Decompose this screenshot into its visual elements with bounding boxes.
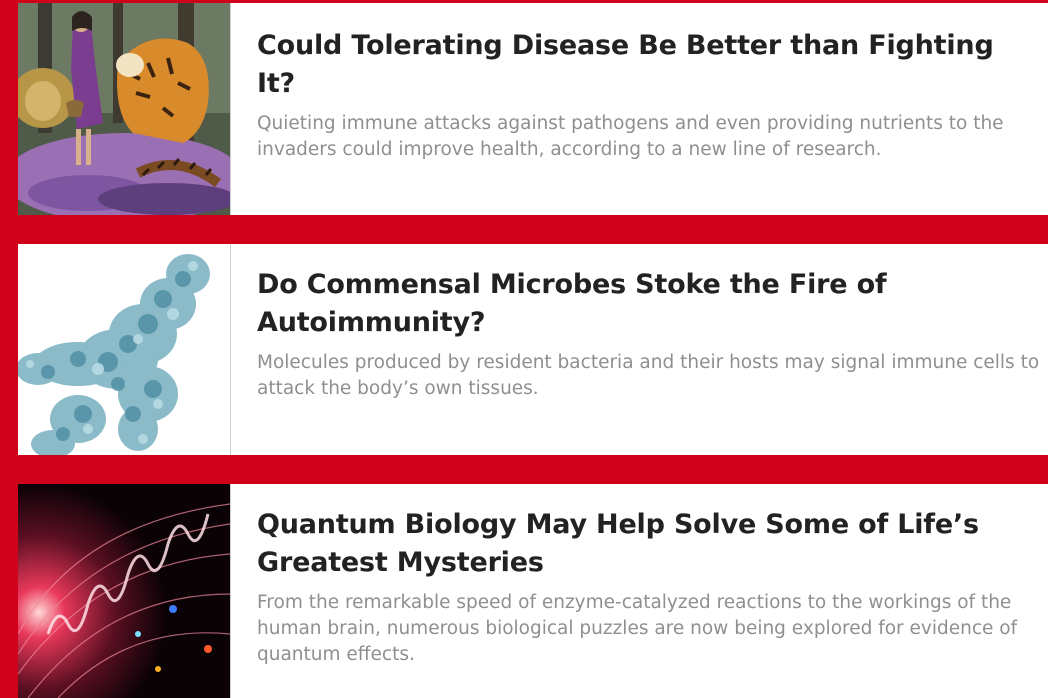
quantum-wave-illustration [18,484,230,698]
article-thumbnail-woman-tiger[interactable] [18,3,230,215]
article-thumbnail-quantum[interactable] [18,484,230,698]
article-card[interactable]: Could Tolerating Disease Be Better than … [18,3,1048,215]
article-text: Could Tolerating Disease Be Better than … [257,27,1040,163]
article-title-link[interactable]: Do Commensal Microbes Stoke the Fire of … [257,266,1040,342]
molecular-structure-illustration [18,244,230,455]
article-card[interactable]: Do Commensal Microbes Stoke the Fire of … [18,244,1048,455]
article-description: Quieting immune attacks against pathogen… [257,113,1004,160]
article-title-link[interactable]: Could Tolerating Disease Be Better than … [257,27,1040,103]
article-text: Quantum Biology May Help Solve Some of L… [257,506,1040,668]
card-divider [230,3,231,215]
article-description: Molecules produced by resident bacteria … [257,352,1040,399]
woman-tiger-illustration [18,3,230,215]
article-description: From the remarkable speed of enzyme-cata… [257,592,1018,665]
article-thumbnail-molecule[interactable] [18,244,230,455]
article-card[interactable]: Quantum Biology May Help Solve Some of L… [18,484,1048,698]
card-divider [230,484,231,698]
article-text: Do Commensal Microbes Stoke the Fire of … [257,266,1040,402]
article-title-link[interactable]: Quantum Biology May Help Solve Some of L… [257,506,1040,582]
card-divider [230,244,231,455]
